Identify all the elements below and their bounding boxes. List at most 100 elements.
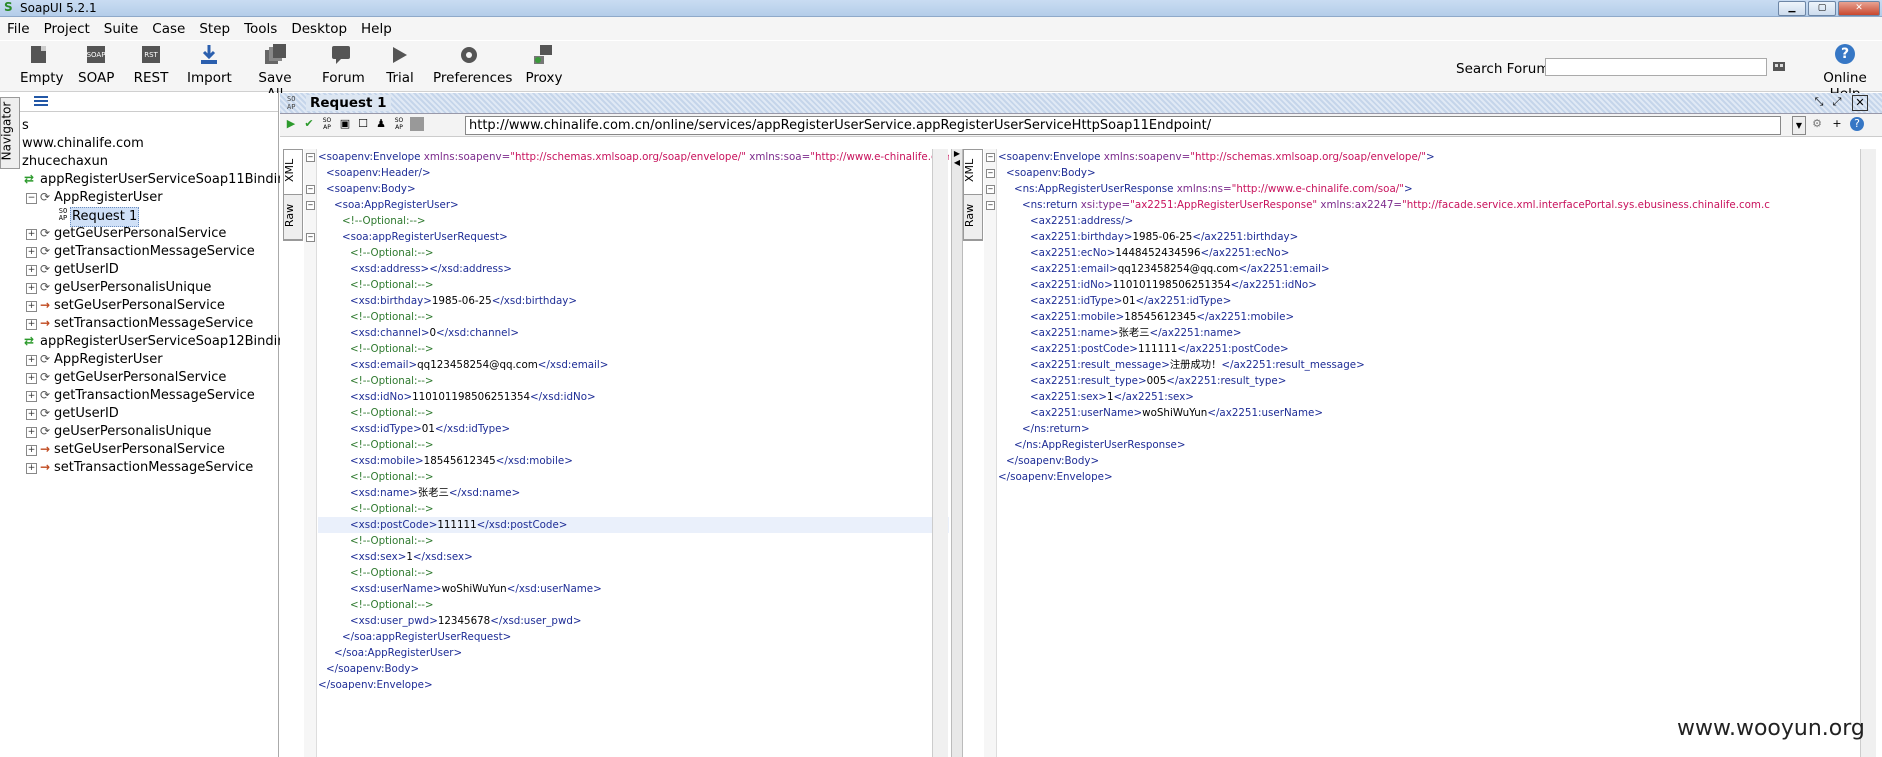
tree-item-soap11-binding[interactable]: ⇄ appRegisterUserServiceSoap11Binding [20,171,294,189]
tree-item-operation[interactable]: + → setGeUserPersonalService [20,297,278,315]
navigator-tab[interactable]: Navigator [0,97,20,169]
code-line: <xsd:birthday>1985-06-25</xsd:birthday> [318,293,949,309]
soap-format-icon[interactable]: SO AP [320,117,334,131]
tree-item-operation[interactable]: + ⟳ getUserID [20,405,278,423]
menu-case[interactable]: Case [145,17,192,41]
fold-toggle-icon[interactable]: − [986,185,995,194]
tree-item-operation[interactable]: + ⟳ getTransactionMessageService [20,243,278,261]
fold-toggle-icon[interactable]: − [306,201,315,210]
response-scrollbar[interactable] [1860,149,1876,757]
fold-toggle-icon[interactable]: − [986,153,995,162]
expand-icon[interactable]: + [26,391,37,402]
expand-icon[interactable]: + [26,301,37,312]
close-panel-icon[interactable]: ✕ [1852,95,1868,111]
maximize-panel-icon[interactable]: ⤢ [1830,95,1844,109]
expand-icon[interactable]: + [26,463,37,474]
expand-icon[interactable]: + [26,373,37,384]
expand-icon[interactable]: + [26,283,37,294]
fold-toggle-icon[interactable]: − [986,169,995,178]
menu-desktop[interactable]: Desktop [284,17,354,41]
tree-item-operation[interactable]: + ⟳ geUserPersonalisUnique [20,423,278,441]
tree-item-operation[interactable]: + ⟳ getUserID [20,261,278,279]
tree-item-operation[interactable]: + ⟳ getTransactionMessageService [20,387,278,405]
submit-request-icon[interactable]: ▶ [284,117,298,131]
rest-project-button[interactable]: RST REST [133,44,169,86]
tree-item-label: geUserPersonalisUnique [54,280,212,295]
tree-item-soap12-binding[interactable]: ⇄ appRegisterUserServiceSoap12Binding [20,333,294,351]
search-go-icon[interactable] [1772,59,1786,73]
fold-toggle-icon[interactable]: − [306,185,315,194]
preferences-button[interactable]: Preferences [433,44,512,86]
expand-icon[interactable]: + [26,445,37,456]
split-divider[interactable]: ▶ ◀ [951,149,963,757]
expand-icon[interactable]: + [26,355,37,366]
maximize-button[interactable]: ▢ [1808,1,1836,16]
image-icon[interactable]: ▣ [338,117,352,131]
menu-tools[interactable]: Tools [237,17,284,41]
trial-button[interactable]: Trial [384,44,416,86]
fold-toggle-icon[interactable]: − [986,201,995,210]
tree-item-operation[interactable]: + ⟳ getGeUserPersonalService [20,369,278,387]
wsdl-icon[interactable]: SO AP [392,117,406,131]
import-button[interactable]: Import [187,44,232,86]
code-line: <!--Optional:--> [318,533,949,549]
close-window-button[interactable]: ✕ [1838,1,1880,16]
list-view-icon[interactable] [34,96,48,107]
request-scrollbar[interactable] [932,149,948,757]
response-xml-editor[interactable]: − <soapenv:Envelope xmlns:soapenv="http:/… [984,149,1882,757]
menu-step[interactable]: Step [192,17,237,41]
expand-icon[interactable]: + [26,229,37,240]
expand-icon[interactable]: + [26,427,37,438]
xml-comment: <!--Optional:--> [350,407,434,419]
tree-item-appregisteruser[interactable]: − ⟳ AppRegisterUser [20,189,278,207]
collapse-icon[interactable]: − [26,193,37,204]
detach-icon[interactable]: ⤡ [1812,95,1826,109]
soap-project-button[interactable]: SOAP SOAP [78,44,114,86]
proxy-button[interactable]: Proxy [525,44,563,86]
endpoint-url-field[interactable]: http://www.chinalife.com.cn/online/servi… [465,116,1781,135]
expand-icon[interactable]: + [26,265,37,276]
tab-xml[interactable]: XML [963,150,982,195]
tree-item-operation[interactable]: + ⟳ geUserPersonalisUnique [20,279,278,297]
add-endpoint-icon[interactable]: + [1830,117,1844,131]
tree-item-operation[interactable]: + ⟳ AppRegisterUser [20,351,278,369]
request-xml-editor[interactable]: − <soapenv:Envelope xmlns:soapenv="http:/… [304,149,949,757]
expand-icon[interactable]: + [26,319,37,330]
tree-item-s[interactable]: s [20,117,278,135]
user-auth-icon[interactable]: ♟ [374,117,388,131]
xml-tag: </ax2251:sex> [1113,391,1194,403]
xml-tag: </ns:AppRegisterUserResponse> [1014,439,1186,451]
expand-icon[interactable]: + [26,409,37,420]
code-line: − <soapenv:Envelope xmlns:soapenv="http:/… [986,149,1770,165]
settings-icon[interactable]: ⚙ [1810,117,1824,131]
menu-suite[interactable]: Suite [97,17,145,41]
tree-item-operation[interactable]: + → setTransactionMessageService [20,315,278,333]
tree-item-operation[interactable]: + → setTransactionMessageService [20,459,278,477]
fold-toggle-icon[interactable]: − [306,153,315,162]
tab-xml[interactable]: XML [283,150,302,195]
help-icon[interactable]: ? [1850,117,1864,131]
tab-raw[interactable]: Raw [283,195,302,240]
chevron-down-icon[interactable]: ▼ [1792,116,1806,135]
menu-help[interactable]: Help [354,17,399,41]
tree-item-www-chinalife-com[interactable]: www.chinalife.com [20,135,278,153]
tree-item-request-1[interactable]: SO AP Request 1 [20,207,278,227]
stop-icon[interactable]: ☐ [356,117,370,131]
fold-gutter [984,149,997,757]
tree-item-zhucechaxun[interactable]: zhucechaxun [20,153,278,171]
tab-raw[interactable]: Raw [963,195,982,240]
menu-file[interactable]: File [0,17,37,41]
search-forum-input[interactable] [1545,58,1767,76]
xml-attr-value: "http://schemas.xmlsoap.org/soap/envelop… [510,151,746,163]
xml-text: qq123458254@qq.com [417,359,538,371]
empty-project-button[interactable]: Empty [20,44,64,86]
split-arrows-icon[interactable]: ▶ ◀ [952,149,962,167]
tree-item-operation[interactable]: + → setGeUserPersonalService [20,441,278,459]
menu-project[interactable]: Project [37,17,97,41]
tree-item-operation[interactable]: + ⟳ getGeUserPersonalService [20,225,278,243]
minimize-button[interactable]: ▁ [1778,1,1806,16]
fold-toggle-icon[interactable]: − [306,233,315,242]
expand-icon[interactable]: + [26,247,37,258]
add-assertion-icon[interactable]: ✔ [302,117,316,131]
forum-button[interactable]: Forum [322,44,365,86]
